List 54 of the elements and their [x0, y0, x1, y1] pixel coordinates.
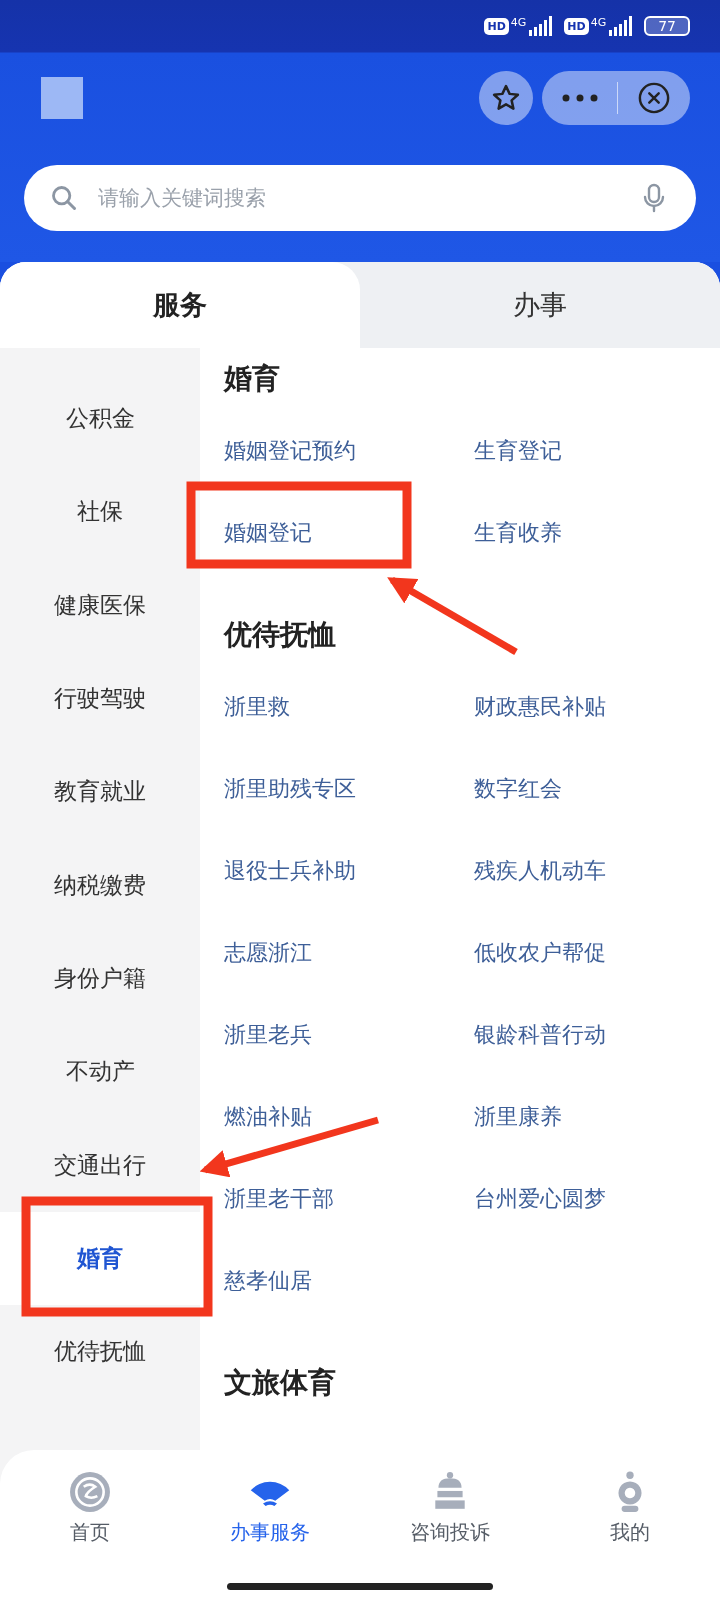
hd-badge: HD — [564, 17, 589, 35]
section-title: 文旅体育 — [224, 1365, 336, 1401]
sidebar-item[interactable]: 教育就业 — [0, 745, 200, 839]
service-link[interactable]: 慈孝仙居 — [224, 1240, 474, 1322]
sidebar-item[interactable]: 健康医保 — [0, 558, 200, 652]
nav-item[interactable]: 咨询投诉 — [360, 1470, 540, 1547]
home-icon — [69, 1471, 111, 1513]
service-link[interactable]: 浙里老干部 — [224, 1158, 474, 1240]
battery-icon: 77 — [644, 16, 690, 36]
service-link[interactable]: 退役士兵补助 — [224, 830, 474, 912]
search-field[interactable]: 请输入关键词搜索 — [24, 165, 696, 231]
service-link[interactable]: 浙里救 — [224, 666, 474, 748]
service-link[interactable]: 财政惠民补贴 — [474, 666, 720, 748]
service-link[interactable]: 数字红会 — [474, 748, 720, 830]
service-link[interactable]: 浙里助残专区 — [224, 748, 474, 830]
service-link[interactable]: 残疾人机动车 — [474, 830, 720, 912]
sidebar-item[interactable]: 不动产 — [0, 1025, 200, 1119]
sidebar-item[interactable]: 优待抚恤 — [0, 1304, 200, 1399]
favorite-button[interactable] — [479, 70, 533, 125]
nav-item[interactable]: 办事服务 — [180, 1470, 360, 1547]
network-label: 4G — [590, 16, 607, 29]
sidebar-item[interactable]: 身份户籍 — [0, 931, 200, 1026]
signal-icon — [608, 16, 635, 36]
sidebar-item[interactable]: 纳税缴费 — [0, 838, 200, 932]
service-link[interactable]: 燃油补贴 — [224, 1076, 474, 1158]
network-label: 4G — [510, 16, 527, 29]
service-link[interactable]: 生育收养 — [474, 492, 720, 574]
microphone-icon[interactable] — [642, 183, 666, 213]
search-icon — [50, 184, 78, 212]
service-link[interactable]: 志愿浙江 — [224, 912, 474, 994]
sidebar-item[interactable]: 婚育 — [0, 1211, 200, 1305]
service-link[interactable]: 浙里老兵 — [224, 994, 474, 1076]
service-link[interactable]: 浙里康养 — [474, 1076, 720, 1158]
service-link[interactable]: 婚姻登记 — [224, 492, 474, 574]
service-link[interactable]: 低收农户帮促 — [474, 912, 720, 994]
service-link[interactable]: 银龄科普行动 — [474, 994, 720, 1076]
more-icon[interactable] — [561, 93, 598, 102]
close-icon[interactable] — [638, 81, 671, 114]
section-title: 优待抚恤 — [224, 617, 336, 653]
nav-item[interactable]: 我的 — [540, 1470, 720, 1547]
section-title: 婚育 — [224, 361, 280, 397]
hd-badge: HD — [484, 17, 509, 35]
service-link[interactable]: 台州爱心圆梦 — [474, 1158, 720, 1240]
nav-item[interactable]: 首页 — [0, 1470, 180, 1547]
sidebar-item[interactable]: 行驶驾驶 — [0, 651, 200, 746]
sidebar-item[interactable]: 公积金 — [0, 372, 200, 466]
signal-icon — [528, 16, 555, 36]
service-link[interactable]: 生育登记 — [474, 410, 720, 492]
sidebar-item[interactable]: 交通出行 — [0, 1118, 200, 1212]
tab[interactable]: 服务 — [0, 262, 360, 348]
logo-icon — [41, 76, 83, 119]
star-icon — [491, 82, 521, 113]
service-link[interactable]: 婚姻登记预约 — [224, 410, 474, 492]
sidebar-item[interactable]: 社保 — [0, 465, 200, 559]
